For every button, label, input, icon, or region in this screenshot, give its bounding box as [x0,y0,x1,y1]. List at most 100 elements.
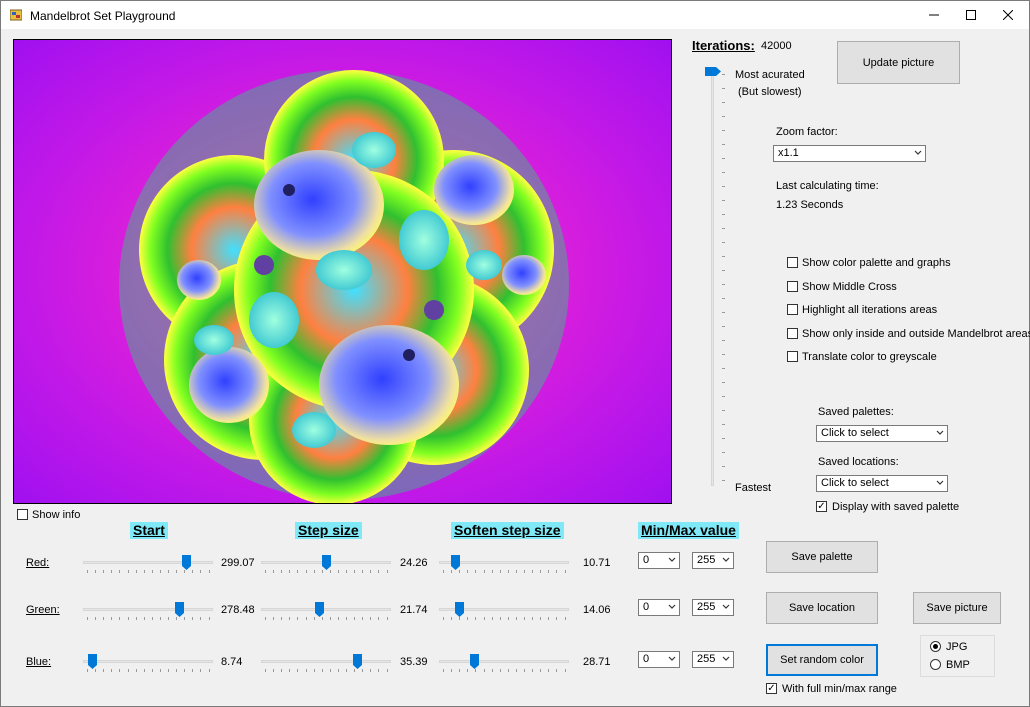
slider-thumb[interactable] [454,602,464,617]
slider-tick [451,617,453,620]
slider-tick [87,570,88,573]
option-checkbox[interactable] [787,328,798,339]
slider-tick [499,570,501,573]
iterations-slider-thumb[interactable] [705,67,721,76]
slider-tick [346,617,347,620]
slider-tick [722,270,725,271]
fractal-picture[interactable] [13,39,672,504]
calc-time-label: Last calculating time: [776,180,879,192]
zoom-select-value: x1.1 [778,147,799,159]
channel-max-select[interactable]: 255 [692,599,734,616]
slider-tick [722,74,725,75]
option-label: Show Middle Cross [802,281,897,293]
slider-tick [305,617,307,620]
slider-tick [722,438,725,439]
channel-min-select[interactable]: 0 [638,651,680,668]
radio-selected-dot [933,644,938,649]
saved-palettes-select[interactable]: Click to select [816,425,948,442]
zoom-label: Zoom factor: [776,126,838,138]
option-checkbox[interactable] [787,304,798,315]
slider-tick [289,669,291,672]
slider-thumb[interactable] [182,555,192,570]
slider-tick [386,669,388,672]
slider-tick [208,617,210,620]
iterations-slider-track[interactable] [711,71,714,486]
display-saved-palette-checkbox[interactable]: ✓ [816,501,827,512]
slider-tick [443,570,444,573]
slider-tick [200,669,202,672]
format-jpg-radio[interactable] [930,641,941,652]
channel-min-select[interactable]: 0 [638,552,680,569]
slider-thumb[interactable] [174,602,184,617]
option-checkbox[interactable] [787,351,798,362]
maximize-button[interactable] [952,1,990,29]
saved-palettes-value: Click to select [821,427,889,439]
slider-tick [103,617,105,620]
saved-locations-label: Saved locations: [818,456,899,468]
saved-locations-select[interactable]: Click to select [816,475,948,492]
channel-min-select[interactable]: 0 [638,599,680,616]
format-bmp-label: BMP [946,659,970,671]
slider-thumb[interactable] [352,654,362,669]
option-label: Translate color to greyscale [802,351,937,363]
slider-tick [540,570,542,573]
save-palette-button[interactable]: Save palette [766,541,878,573]
slider-track[interactable] [261,608,391,611]
minimize-button[interactable] [915,1,953,29]
slider-thumb-shape [87,654,97,669]
slider-track[interactable] [261,660,391,663]
slider-thumb[interactable] [321,555,331,570]
maximize-icon [966,10,976,20]
slider-tick [321,617,323,620]
save-location-button[interactable]: Save location [766,592,878,624]
slider-track[interactable] [83,608,213,611]
channel-max-select[interactable]: 255 [692,651,734,668]
chevron-down-icon [668,557,676,562]
close-button[interactable] [989,1,1027,29]
slider-thumb-shape [174,602,184,617]
random-color-button[interactable]: Set random color [766,644,878,676]
zoom-select[interactable]: x1.1 [773,145,926,162]
slider-thumb[interactable] [87,654,97,669]
slider-tick [722,452,725,453]
slider-thumb[interactable] [470,654,480,669]
slider-tick [459,669,461,672]
slider-track[interactable] [83,561,213,564]
channel-name: Blue: [26,656,52,668]
slider-tick [297,669,299,672]
slider-track[interactable] [439,660,569,663]
full-minmax-checkbox[interactable]: ✓ [766,683,777,694]
slider-value: 8.74 [221,656,243,668]
chevron-down-icon [914,150,922,155]
slider-tick [722,256,725,257]
slider-tick [168,570,169,573]
slider-track[interactable] [83,660,213,663]
slider-tick [540,617,542,620]
slider-thumb[interactable] [451,555,461,570]
slider-tick [722,480,725,481]
slider-tick [722,88,725,89]
slider-tick [722,144,725,145]
slider-tick [119,617,121,620]
slider-tick [515,570,517,573]
slider-tick [362,570,364,573]
option-checkbox[interactable] [787,257,798,268]
iterations-value: 42000 [761,40,792,52]
channel-max-select[interactable]: 255 [692,552,734,569]
slider-tick [722,312,725,313]
save-picture-button[interactable]: Save picture [913,592,1001,624]
slider-thumb[interactable] [315,602,325,617]
slider-tick [135,617,137,620]
display-saved-palette-label: Display with saved palette [832,501,960,513]
slider-tick [491,617,493,620]
slider-tick [499,669,501,672]
option-label: Show color palette and graphs [802,257,951,269]
format-bmp-radio[interactable] [930,659,941,670]
slider-tick [722,298,725,299]
slider-tick [556,669,558,672]
update-picture-button[interactable]: Update picture [837,41,960,84]
close-icon [1003,10,1013,20]
option-checkbox[interactable] [787,281,798,292]
slider-value: 278.48 [221,604,255,616]
show-info-checkbox[interactable] [17,509,28,520]
